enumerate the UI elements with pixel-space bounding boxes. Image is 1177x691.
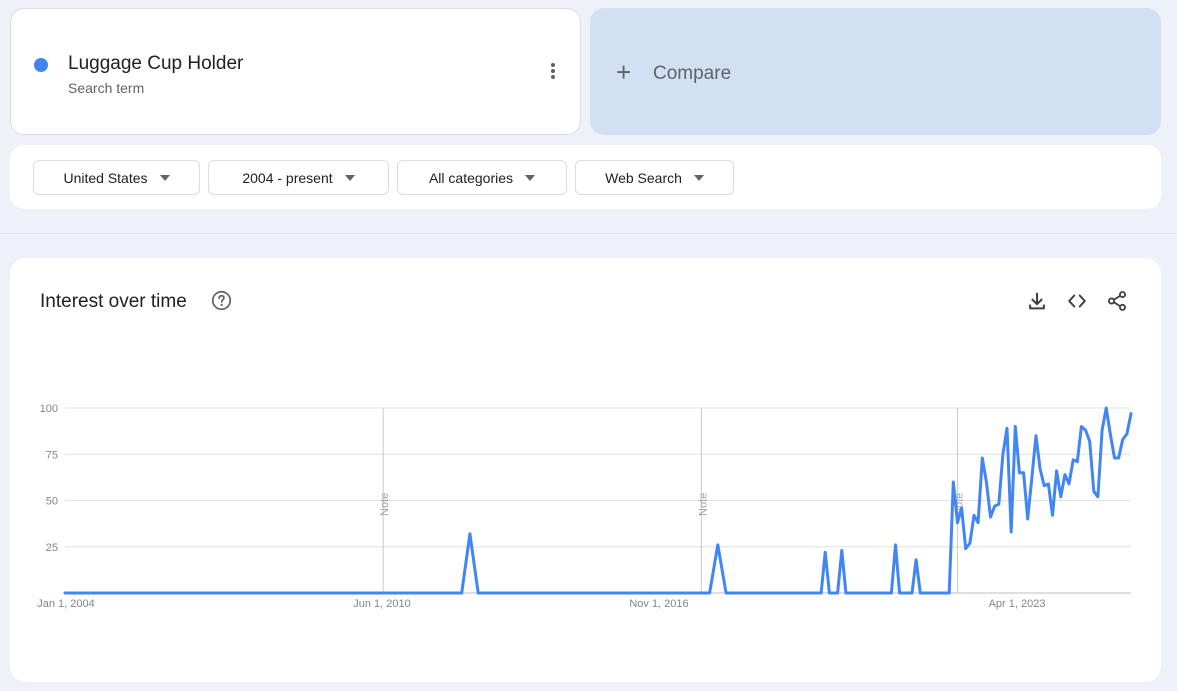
series-color-dot [34, 58, 48, 72]
caret-down-icon [159, 174, 170, 181]
caret-down-icon [525, 174, 536, 181]
x-tick-label: Nov 1, 2016 [629, 598, 688, 610]
x-tick-label: Jun 1, 2010 [353, 598, 411, 610]
note-marker[interactable]: Note [697, 493, 709, 516]
more-vert-icon[interactable] [545, 63, 561, 83]
search-term-card[interactable]: Luggage Cup Holder Search term [10, 8, 581, 135]
y-tick-label: 75 [46, 449, 58, 461]
search-type-dropdown[interactable]: Web Search [575, 160, 734, 195]
x-tick-label: Apr 1, 2023 [989, 598, 1046, 610]
caret-down-icon [344, 174, 355, 181]
category-label: All categories [428, 169, 514, 186]
compare-button[interactable]: + Compare [590, 8, 1161, 135]
search-term-name[interactable]: Luggage Cup Holder [68, 53, 243, 75]
region-label: United States [63, 169, 148, 186]
filter-bar: United States 2004 - present All categor… [10, 145, 1161, 209]
search-term-subtitle: Search term [68, 80, 145, 96]
plus-icon: + [616, 57, 632, 87]
region-dropdown[interactable]: United States [33, 160, 200, 195]
compare-label: Compare [653, 63, 732, 84]
category-dropdown[interactable]: All categories [397, 160, 567, 195]
y-tick-label: 50 [46, 496, 58, 508]
caret-down-icon [693, 174, 704, 181]
y-tick-label: 25 [46, 542, 58, 554]
interest-chart: Note Note Note 255075100 Jan 1, 2004 Jun 1,… [37, 403, 1133, 610]
search-type-label: Web Search [605, 169, 682, 186]
time-range-dropdown[interactable]: 2004 - present [208, 160, 389, 195]
interest-over-time-card: Interest over time Note Note Note 25 50 75 10… [10, 258, 1161, 682]
time-range-label: 2004 - present [242, 169, 333, 186]
section-divider [0, 233, 1177, 234]
x-tick-label: Jan 1, 2004 [37, 598, 95, 610]
note-marker[interactable]: Note [379, 493, 391, 516]
y-tick-label: 100 [40, 403, 58, 415]
